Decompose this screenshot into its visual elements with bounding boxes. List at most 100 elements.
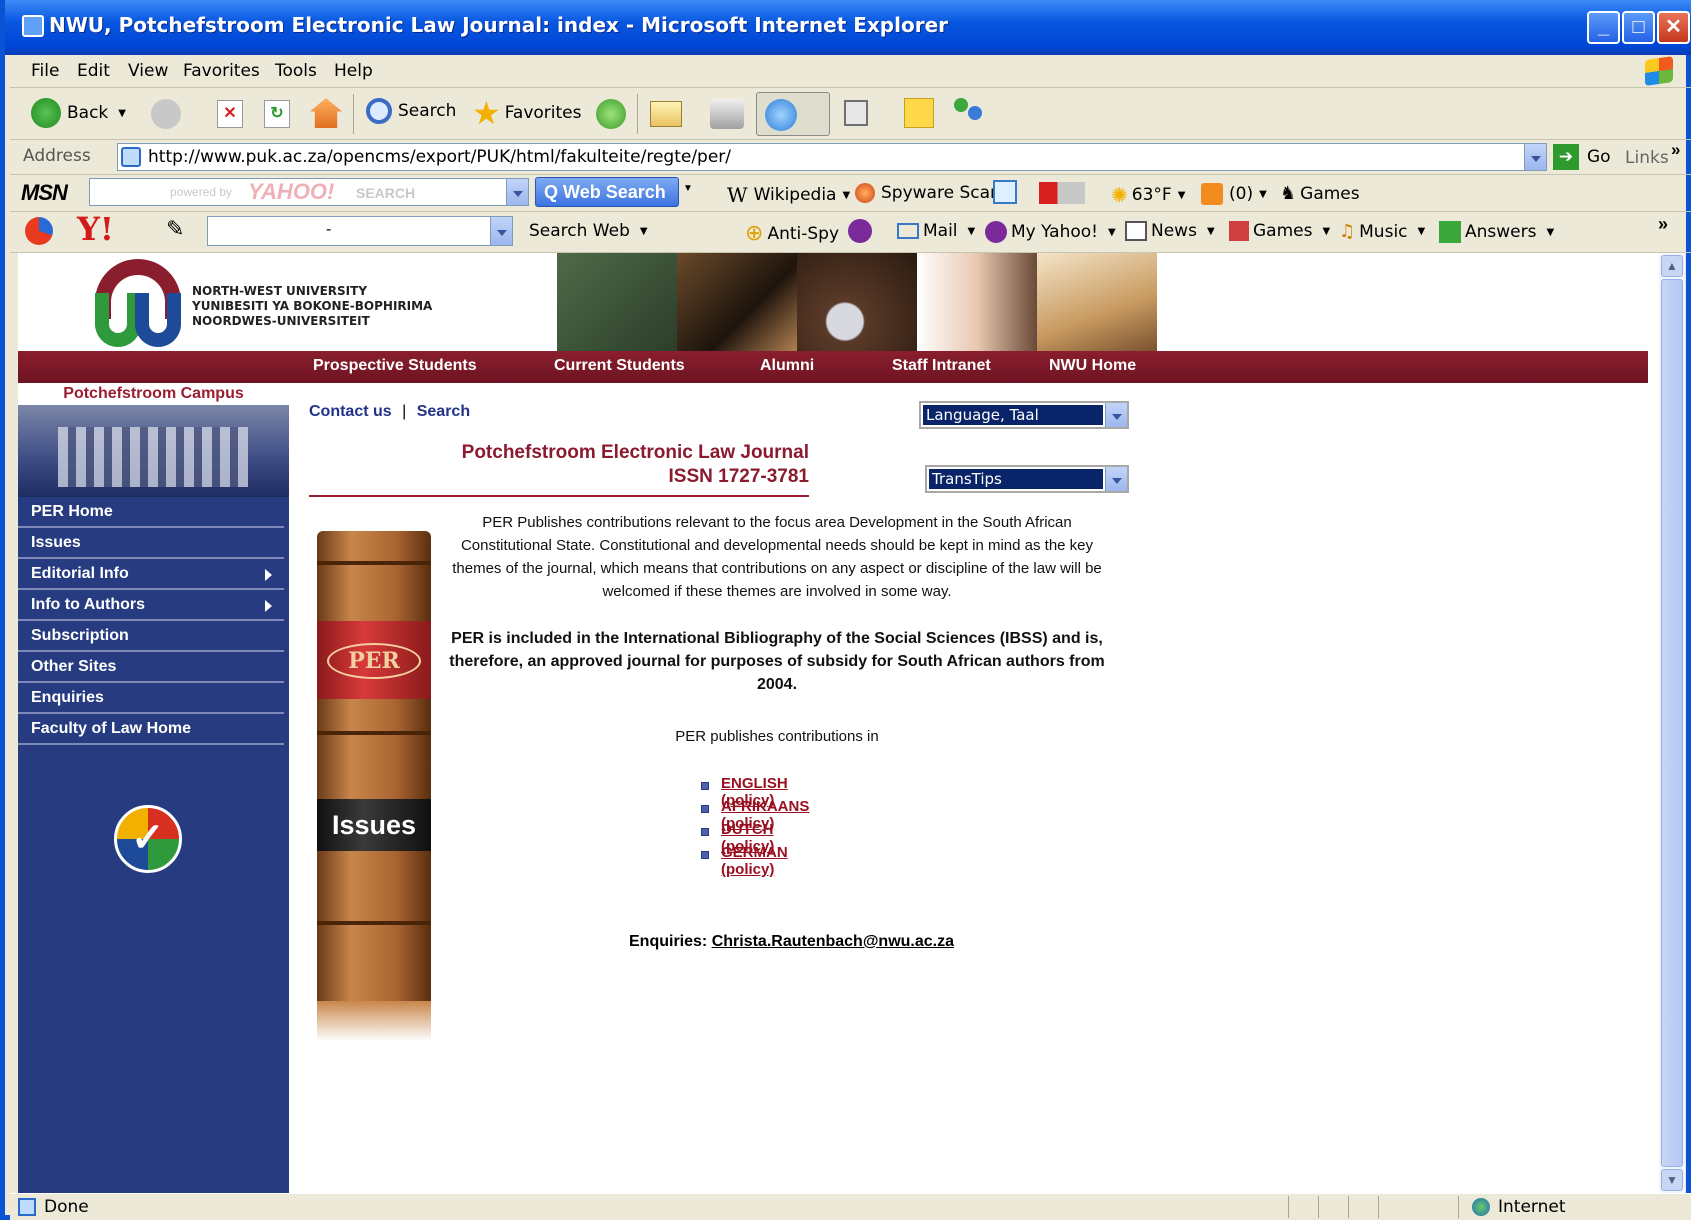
discuss-icon[interactable] (844, 100, 868, 126)
internet-globe-icon (1472, 1198, 1490, 1216)
close-button[interactable]: ✕ (1657, 11, 1690, 44)
transtips-dropdown[interactable] (1105, 467, 1127, 491)
sidebar-item-other-sites[interactable]: Other Sites (18, 652, 284, 683)
sidebar-item-faculty-of-law-home[interactable]: Faculty of Law Home (18, 714, 284, 745)
music-button[interactable]: ♫ Music ▼ (1339, 221, 1425, 242)
pencil-icon[interactable]: ✎ (166, 216, 184, 242)
mail-label: Mail (923, 221, 958, 241)
search-web-button[interactable]: Search Web ▼ (529, 221, 648, 241)
favorites-button[interactable]: ★ Favorites (472, 94, 581, 132)
sidebar-item-editorial-info[interactable]: Editorial Info (18, 559, 284, 590)
back-button[interactable]: Back ▼ (31, 98, 126, 128)
minimize-button[interactable]: _ (1587, 11, 1620, 44)
page-icon (121, 147, 141, 167)
menu-view[interactable]: View (128, 55, 168, 88)
ibss-line: therefore, an approved journal for purpo… (449, 653, 1105, 670)
spyware-scan-button[interactable]: Spyware Scan (855, 183, 1001, 203)
scroll-thumb[interactable] (1661, 279, 1683, 1167)
web-search-button[interactable]: Q Web Search (535, 177, 679, 207)
contact-us-link[interactable]: Contact us (309, 403, 392, 420)
issues-book-image[interactable]: PER Issues (317, 531, 431, 1041)
sidebar-item-subscription[interactable]: Subscription (18, 621, 284, 652)
stop-icon[interactable]: ✕ (217, 100, 243, 128)
print-icon[interactable] (710, 99, 744, 129)
wikipedia-button[interactable]: W Wikipedia ▼ (727, 183, 850, 207)
yahoo-games-button[interactable]: Games ▼ (1229, 221, 1330, 241)
menu-file[interactable]: File (31, 55, 59, 88)
nav-alumni[interactable]: Alumni (760, 357, 814, 375)
yahoo-watermark: YAHOO! (248, 179, 335, 204)
mail-icon[interactable] (650, 101, 682, 127)
back-dropdown-icon[interactable]: ▼ (118, 108, 126, 119)
yahoo-toolbar-more[interactable]: » (1658, 214, 1668, 235)
yahoo-search-input[interactable]: powered by YAHOO! SEARCH (89, 178, 529, 206)
sidebar-item-issues[interactable]: Issues (18, 528, 284, 559)
sidebar-item-label: Other Sites (31, 658, 117, 675)
menu-help[interactable]: Help (334, 55, 373, 88)
sidebar-item-info-to-authors[interactable]: Info to Authors (18, 590, 284, 621)
go-button[interactable]: ➔ Go (1553, 144, 1611, 170)
search-button[interactable]: Search (366, 98, 456, 124)
mail-button[interactable]: Mail ▼ (897, 221, 975, 241)
joystick-icon: ♞ (1280, 183, 1297, 204)
contacts-icon[interactable] (950, 96, 986, 128)
note-icon[interactable] (904, 98, 934, 128)
yahoo-globe-icon[interactable] (25, 217, 53, 245)
language-select[interactable]: Language, Taal (919, 401, 1129, 429)
university-name-af: NOORDWES-UNIVERSITEIT (192, 314, 370, 328)
clipboard-icon[interactable] (993, 180, 1017, 204)
go-label: Go (1587, 147, 1611, 167)
messenger-button[interactable] (756, 92, 830, 136)
rss-button[interactable]: (0) ▼ (1201, 183, 1267, 205)
forward-arrow-icon[interactable] (151, 99, 181, 129)
headphones-icon[interactable] (848, 219, 872, 243)
scroll-down-icon[interactable]: ▼ (1661, 1169, 1683, 1191)
sidebar-item-enquiries[interactable]: Enquiries (18, 683, 284, 714)
nav-prospective-students[interactable]: Prospective Students (313, 357, 477, 375)
star-icon: ★ (472, 94, 501, 132)
address-input[interactable]: http://www.puk.ac.za/opencms/export/PUK/… (117, 143, 1547, 171)
german-policy-link[interactable]: GERMAN (policy) (721, 844, 788, 878)
search-link[interactable]: Search (417, 403, 470, 420)
language-dropdown[interactable] (1105, 403, 1127, 427)
weather-button[interactable]: ✺ 63°F ▼ (1111, 183, 1185, 207)
menu-favorites[interactable]: Favorites (183, 55, 260, 88)
yahoo-search-dropdown[interactable] (506, 179, 528, 205)
games-button[interactable]: ♞ Games (1280, 183, 1360, 204)
web-search-label: Web Search (563, 182, 666, 202)
university-name-tn: YUNIBESITI YA BOKONE-BOPHIRIMA (192, 299, 433, 313)
enquiries-email-link[interactable]: Christa.Rautenbach@nwu.ac.za (712, 933, 954, 950)
refresh-icon[interactable]: ↻ (264, 100, 290, 128)
links-more[interactable]: » (1671, 140, 1680, 160)
scroll-up-icon[interactable]: ▲ (1661, 255, 1683, 277)
anti-spy-button[interactable]: ⊕ Anti-Spy (745, 221, 839, 246)
nav-current-students[interactable]: Current Students (554, 357, 685, 375)
sun-icon: ✺ (1111, 183, 1128, 207)
games-label: Games (1300, 183, 1360, 204)
my-yahoo-button[interactable]: My Yahoo! ▼ (985, 221, 1116, 243)
links-label[interactable]: Links (1625, 148, 1669, 168)
home-icon[interactable] (310, 98, 342, 128)
chalkboard-photo (557, 253, 677, 351)
menu-edit[interactable]: Edit (77, 55, 110, 88)
web-search-dropdown[interactable]: ▼ (683, 183, 693, 194)
spyware-icon (855, 183, 875, 203)
ibss-line: 2004. (756, 676, 798, 693)
yahoo-toolbar-dropdown[interactable] (490, 217, 512, 245)
signal-meter-icon[interactable] (1039, 182, 1085, 204)
browser-window: NWU, Potchefstroom Electronic Law Journa… (0, 0, 1691, 1220)
address-dropdown[interactable] (1524, 144, 1546, 170)
nav-staff-intranet[interactable]: Staff Intranet (892, 357, 991, 375)
nav-nwu-home[interactable]: NWU Home (1049, 357, 1136, 375)
news-button[interactable]: News ▼ (1125, 221, 1215, 241)
yahoo-logo-icon[interactable]: Y! (77, 210, 114, 248)
maximize-button[interactable]: □ (1622, 11, 1655, 44)
history-icon[interactable] (596, 99, 626, 129)
games-cube-icon (1229, 221, 1249, 241)
sidebar-item-per-home[interactable]: PER Home (18, 497, 284, 528)
vertical-scrollbar[interactable]: ▲ ▼ (1659, 253, 1685, 1193)
answers-button[interactable]: Answers ▼ (1439, 221, 1554, 243)
transtips-select[interactable]: TransTips (925, 465, 1129, 493)
yahoo-toolbar-search-input[interactable]: - (207, 216, 513, 246)
menu-tools[interactable]: Tools (275, 55, 317, 88)
